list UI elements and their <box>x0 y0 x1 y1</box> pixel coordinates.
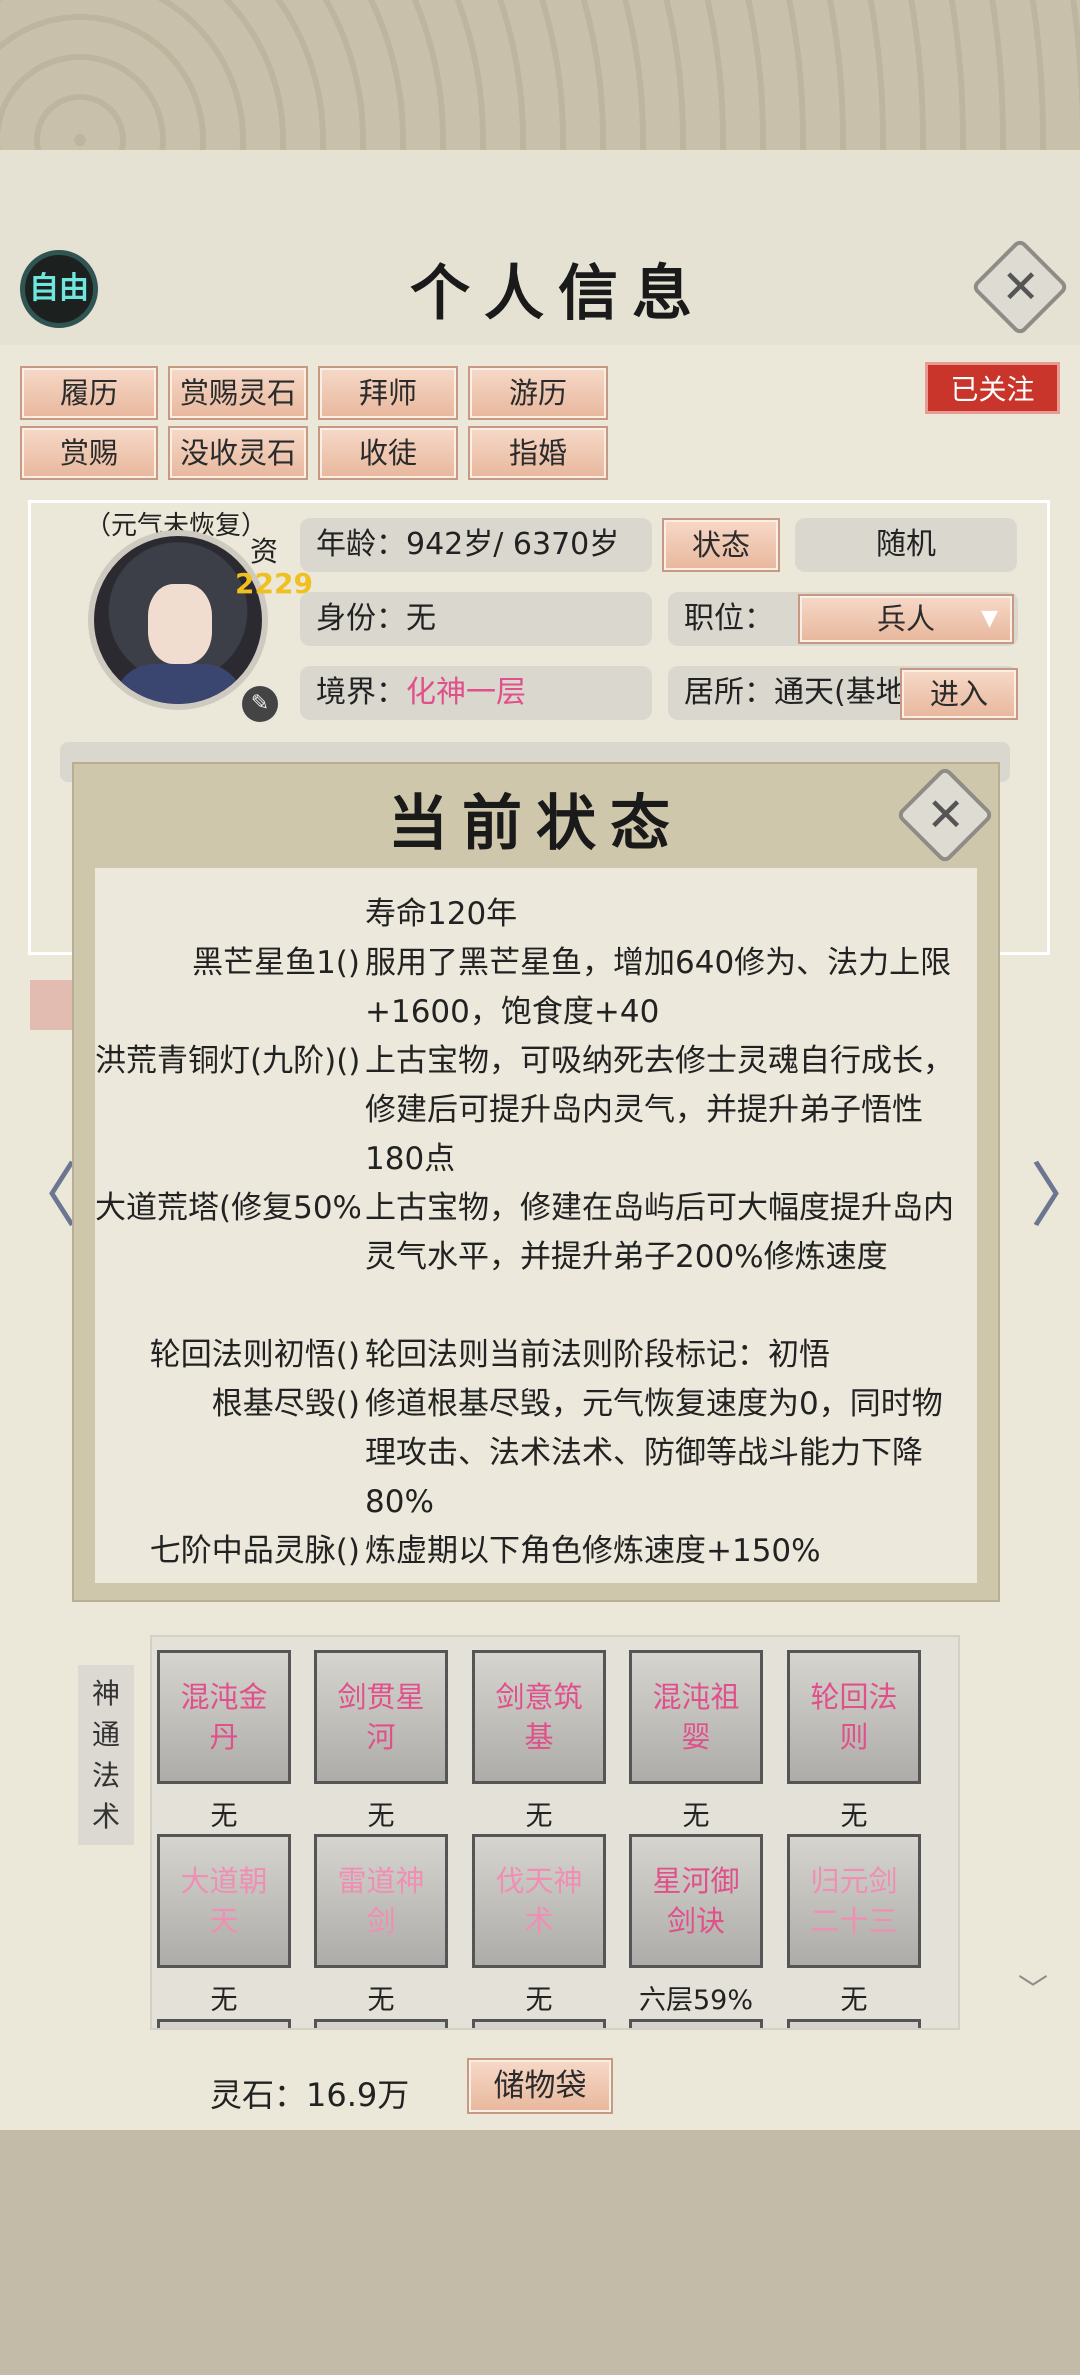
avatar[interactable] <box>88 530 268 710</box>
skill-level: 无 <box>367 1801 395 1832</box>
next-arrow-icon[interactable]: 〉 <box>1030 1140 1080 1241</box>
skill-slot[interactable]: 大道朝天 <box>157 1834 291 1968</box>
skill-level: 无 <box>210 1801 238 1832</box>
status-name: 洪荒青铜灯(九阶)() <box>95 1043 360 1079</box>
skill-level: 无 <box>367 1985 395 2016</box>
skill-level: 无 <box>840 1801 868 1832</box>
state-button[interactable]: 状态 <box>662 518 780 572</box>
skill-name: 伐天神术 <box>495 1864 583 1938</box>
status-desc: 寿命120年 <box>365 896 518 932</box>
free-badge[interactable]: 自由 <box>20 250 98 328</box>
apprentice-button[interactable]: 拜师 <box>318 366 458 420</box>
skill-name: 轮回法则 <box>810 1680 898 1754</box>
enter-button[interactable]: 进入 <box>900 668 1018 720</box>
spirit-stones-count: 灵石：16.9万 <box>210 2076 410 2114</box>
status-name: 黑芒星鱼1() <box>192 945 360 981</box>
skill-name: 大道朝天 <box>180 1864 268 1938</box>
skills-tab-char: 通 <box>91 1718 120 1751</box>
skill-level: 无 <box>525 1801 553 1832</box>
skill-slot[interactable]: 剑意筑基 <box>472 1650 606 1784</box>
close-icon: ✕ <box>1001 259 1040 314</box>
status-desc: 修道根基尽毁，元气恢复速度为0，同时物理攻击、法术法术、防御等战斗能力下降80% <box>365 1386 943 1520</box>
take-disciple-button[interactable]: 收徒 <box>318 426 458 480</box>
edit-icon[interactable]: ✎ <box>242 686 278 722</box>
skill-level: 无 <box>840 1985 868 2016</box>
status-desc: 上古宝物，可吸纳死去修士灵魂自行成长，修建后可提升岛内灵气，并提升弟子悟性180… <box>365 1043 954 1177</box>
skill-name: 雷道神剑 <box>337 1864 425 1938</box>
skill-slot[interactable]: 归元剑二十三 <box>787 1834 921 1968</box>
position-select[interactable]: 兵人 ▼ <box>798 594 1014 644</box>
skill-slot[interactable] <box>629 2019 763 2028</box>
storage-bag-button[interactable]: 储物袋 <box>467 2058 613 2114</box>
status-desc: 服用了黑芒星鱼，增加640修为、法力上限+1600，饱食度+40 <box>365 945 952 1030</box>
identity-value: 无 <box>406 601 436 636</box>
chevron-down-icon: ▼ <box>981 606 998 631</box>
realm-field: 境界：化神一层 <box>300 666 652 720</box>
travel-button[interactable]: 游历 <box>468 366 608 420</box>
reward-stones-button[interactable]: 赏赐灵石 <box>168 366 308 420</box>
skill-level: 无 <box>525 1985 553 2016</box>
residence-value: 通天(基地 <box>774 675 906 710</box>
status-list: 寿命120年 黑芒星鱼1() 服用了黑芒星鱼，增加640修为、法力上限+1600… <box>95 868 977 1583</box>
status-name: 轮回法则初悟() <box>149 1337 360 1373</box>
skills-grid: 混沌金丹 无 剑贯星河 无 剑意筑基 无 混沌祖婴 无 轮回法则 无 大道朝天 … <box>150 1635 960 2030</box>
identity-field: 身份：无 <box>300 592 652 646</box>
position-value: 兵人 <box>876 602 935 636</box>
status-name: 七阶中品灵脉() <box>149 1533 360 1569</box>
resume-button[interactable]: 履历 <box>20 366 158 420</box>
skill-slot[interactable]: 轮回法则 <box>787 1650 921 1784</box>
skill-name: 混沌金丹 <box>180 1680 268 1754</box>
skill-slot[interactable]: 星河御剑诀 <box>629 1834 763 1968</box>
skill-level: 无 <box>210 1985 238 2016</box>
skill-slot[interactable] <box>787 2019 921 2028</box>
skill-slot[interactable]: 混沌祖婴 <box>629 1650 763 1784</box>
position-label: 职位： <box>684 601 774 636</box>
identity-label: 身份： <box>316 601 406 636</box>
skills-tab-char: 术 <box>91 1800 120 1833</box>
confiscate-stones-button[interactable]: 没收灵石 <box>168 426 308 480</box>
skill-slot[interactable]: 雷道神剑 <box>314 1834 448 1968</box>
random-button[interactable]: 随机 <box>795 518 1017 572</box>
skill-slot[interactable]: 剑贯星河 <box>314 1650 448 1784</box>
skill-name: 剑意筑基 <box>495 1680 583 1754</box>
skill-level: 六层59% <box>638 1985 753 2016</box>
skills-tab-char: 神 <box>91 1677 120 1710</box>
skill-name: 归元剑二十三 <box>810 1864 898 1938</box>
skill-name: 剑贯星河 <box>337 1680 425 1754</box>
skill-slot[interactable] <box>157 2019 291 2028</box>
skills-tab[interactable]: 神 通 法 术 <box>78 1665 134 1845</box>
skills-tab-char: 法 <box>91 1759 120 1792</box>
background-bottom <box>0 2130 1080 2375</box>
chevron-down-icon[interactable]: ﹀ <box>1018 1965 1048 2009</box>
reward-button[interactable]: 赏赐 <box>20 426 158 480</box>
skill-slot[interactable]: 伐天神术 <box>472 1834 606 1968</box>
skill-slot[interactable]: 混沌金丹 <box>157 1650 291 1784</box>
skill-name: 混沌祖婴 <box>652 1680 740 1754</box>
page-title: 个人信息 <box>410 259 706 329</box>
skill-slot[interactable] <box>472 2019 606 2028</box>
prev-arrow-icon[interactable]: 〈 <box>8 1140 78 1241</box>
status-desc: 轮回法则当前法则阶段标记：初悟 <box>365 1337 830 1373</box>
realm-value: 化神一层 <box>406 675 526 710</box>
followed-tag[interactable]: 已关注 <box>925 362 1060 414</box>
close-icon: ✕ <box>926 787 965 842</box>
arrange-marriage-button[interactable]: 指婚 <box>468 426 608 480</box>
status-popup-title: 当前状态 <box>388 789 684 859</box>
background-top <box>0 0 1080 160</box>
skill-name: 星河御剑诀 <box>652 1864 740 1938</box>
residence-label: 居所： <box>684 675 774 710</box>
status-desc: 上古宝物，修建在岛屿后可大幅度提升岛内灵气水平，并提升弟子200%修炼速度 <box>365 1190 954 1275</box>
age-label: 年龄： <box>316 527 406 562</box>
skill-slot[interactable] <box>314 2019 448 2028</box>
age-value: 942岁/ 6370岁 <box>406 527 620 562</box>
aptitude-label: 资 <box>250 535 279 568</box>
skill-level: 无 <box>682 1801 710 1832</box>
status-name: 根基尽毁() <box>211 1386 360 1422</box>
status-desc: 炼虚期以下角色修炼速度+150% <box>365 1533 821 1569</box>
realm-label: 境界： <box>316 675 406 710</box>
age-field: 年龄：942岁/ 6370岁 <box>300 518 652 572</box>
status-name: 大道荒塔(修复50%)() <box>95 1190 360 1226</box>
